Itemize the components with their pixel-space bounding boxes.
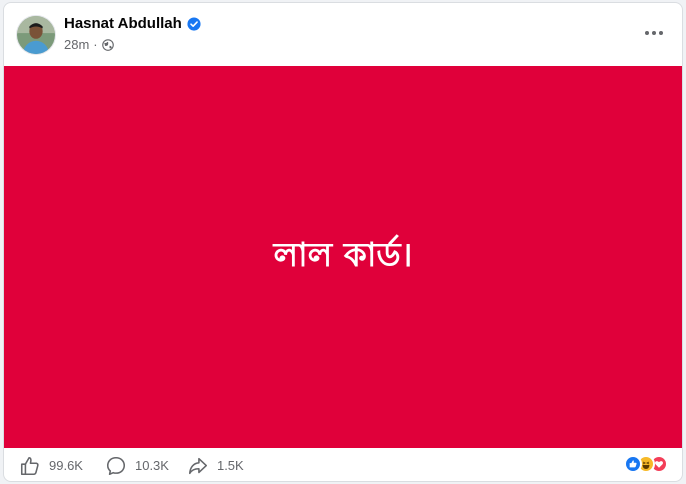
- banner-text: লাল কার্ড।: [273, 235, 413, 274]
- like-reaction-icon: [624, 455, 642, 473]
- comment-button[interactable]: 10.3K: [105, 455, 169, 477]
- post-card: Hasnat Abdullah 28m · লাল কার্ড। 99.6K 1…: [3, 2, 683, 482]
- post-text-banner[interactable]: লাল কার্ড।: [4, 66, 682, 448]
- verified-badge-icon: [187, 16, 201, 31]
- more-dot: [659, 31, 663, 35]
- avatar-image: [17, 16, 55, 54]
- share-button[interactable]: 1.5K: [187, 455, 244, 477]
- love-reaction-glyph: [654, 461, 664, 468]
- reaction-summary[interactable]: [624, 455, 668, 473]
- author-avatar[interactable]: [16, 15, 56, 55]
- globe-icon[interactable]: [101, 38, 114, 51]
- more-options-button[interactable]: [640, 21, 668, 45]
- comment-bubble-icon: [106, 456, 126, 475]
- like-reaction-glyph: [629, 460, 637, 468]
- more-dot: [652, 31, 656, 35]
- meta-separator: ·: [93, 37, 98, 52]
- more-options-icon: [645, 31, 649, 35]
- author-name[interactable]: Hasnat Abdullah: [64, 15, 182, 32]
- like-count: 99.6K: [49, 458, 83, 473]
- comment-count: 10.3K: [134, 458, 169, 473]
- share-arrow-icon: [188, 457, 207, 474]
- post-actions-bar: 99.6K 10.3K 1.5K: [4, 448, 682, 481]
- like-button[interactable]: 99.6K: [19, 455, 83, 477]
- post-meta: 28m ·: [64, 37, 114, 52]
- author-name-row: Hasnat Abdullah: [64, 15, 201, 32]
- post-header: Hasnat Abdullah 28m ·: [4, 3, 682, 65]
- post-timestamp[interactable]: 28m: [64, 37, 89, 52]
- like-thumb-icon: [20, 456, 39, 475]
- share-count: 1.5K: [216, 458, 244, 473]
